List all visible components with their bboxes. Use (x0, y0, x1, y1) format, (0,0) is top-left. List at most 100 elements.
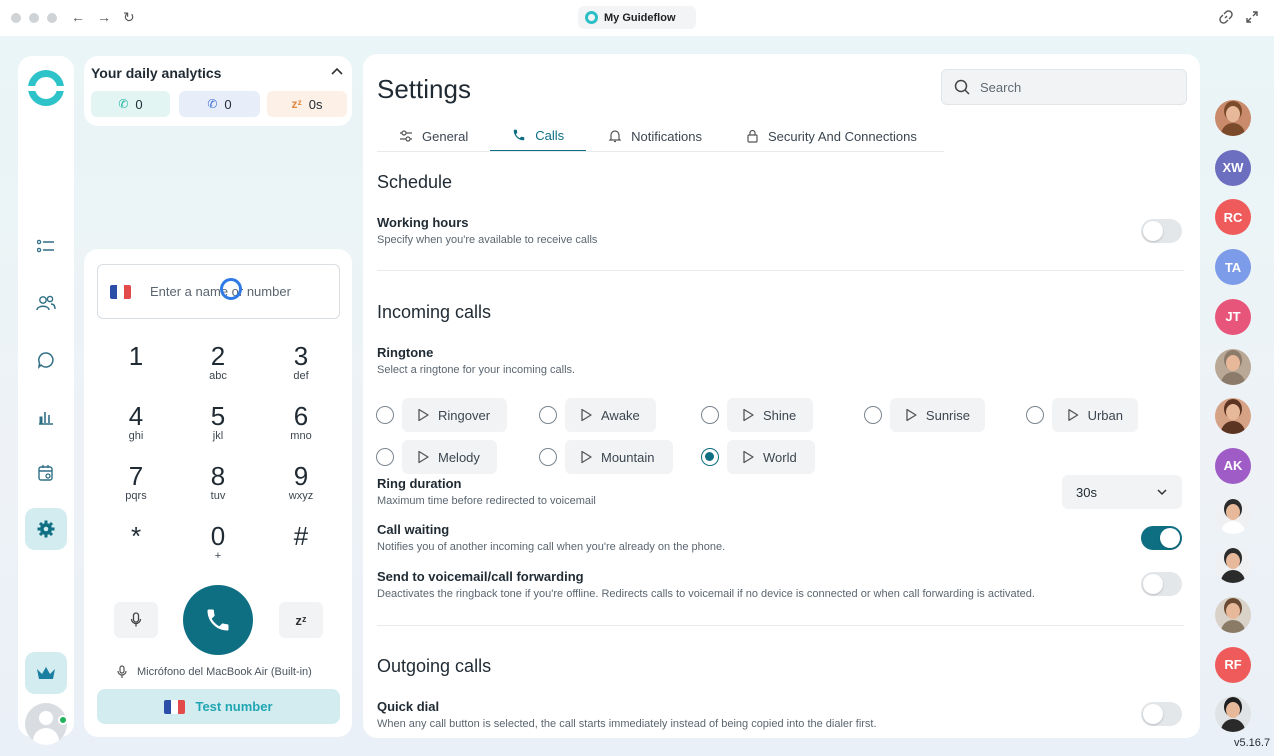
ringtone-radio[interactable] (864, 406, 882, 424)
ringtone-radio[interactable] (701, 406, 719, 424)
analytics-chart-icon[interactable] (34, 405, 58, 429)
contact-avatar-photo[interactable] (1215, 348, 1251, 385)
messages-icon[interactable] (34, 348, 58, 372)
contact-avatar-photo[interactable] (1215, 100, 1251, 136)
ringtone-label: Ringtone (377, 345, 434, 360)
keypad-key[interactable]: 7 pqrs (106, 462, 166, 502)
contact-initials: RF (1224, 657, 1242, 673)
premium-crown-icon[interactable] (25, 652, 67, 694)
left-navigation-rail (18, 56, 74, 745)
outgoing-calls-heading: Outgoing calls (377, 656, 492, 676)
tab-calls-label: Calls (535, 127, 565, 143)
browser-tab[interactable]: My Guideflow (578, 6, 696, 29)
keypad-key[interactable]: 0 + (188, 522, 248, 562)
ringtone-preview-button[interactable]: Awake (565, 398, 656, 432)
contact-avatar-photo[interactable] (1215, 547, 1251, 584)
keypad-key[interactable]: 3 def (271, 342, 331, 382)
microphone-device: Micrófono del MacBook Air (Built-in) (117, 665, 312, 679)
call-waiting-description: Notifies you of another incoming call wh… (377, 541, 726, 553)
contacts-icon[interactable] (34, 291, 58, 315)
working-hours-toggle[interactable] (1141, 219, 1182, 243)
contact-avatar-ta[interactable]: TA (1215, 249, 1251, 286)
test-number-button[interactable]: Test number (97, 689, 340, 724)
link-icon[interactable] (1219, 10, 1233, 24)
search-input[interactable]: Search (941, 69, 1187, 105)
ringtone-radio[interactable] (376, 448, 394, 466)
tab-notifications[interactable]: Notifications (586, 120, 724, 152)
keypad-key[interactable]: 5 jkl (188, 402, 248, 442)
keypad-key[interactable]: * (106, 522, 166, 550)
sliders-icon (400, 130, 412, 142)
keypad-key[interactable]: 6 mno (271, 402, 331, 442)
ringtone-preview-button[interactable]: Ringover (402, 398, 507, 432)
reload-button[interactable]: ↻ (123, 9, 135, 26)
window-close-dot[interactable] (11, 13, 21, 23)
app-background: Your daily analytics ✆ 0 ✆ 0 zᶻ 0s Enter… (0, 36, 1274, 756)
tab-security[interactable]: Security And Connections (724, 120, 939, 152)
ringtone-preview-button[interactable]: World (727, 440, 815, 474)
quick-dial-description: When any call button is selected, the ca… (377, 718, 877, 730)
france-flag-icon[interactable] (110, 284, 131, 299)
ringtone-radio[interactable] (539, 448, 557, 466)
tab-general[interactable]: General (377, 120, 490, 152)
keypad-key[interactable]: 2 abc (188, 342, 248, 382)
contact-avatar-rc[interactable]: RC (1215, 199, 1251, 236)
ringtone-preview-button[interactable]: Urban (1052, 398, 1138, 432)
ring-duration-select[interactable]: 30s (1062, 475, 1182, 509)
keypad-digit: 1 (128, 341, 144, 371)
contact-avatar-photo[interactable] (1215, 398, 1251, 435)
keypad-digit: 8 (210, 461, 226, 491)
daily-analytics-card: Your daily analytics ✆ 0 ✆ 0 zᶻ 0s (84, 56, 352, 126)
ringtone-preview-button[interactable]: Shine (727, 398, 813, 432)
back-button[interactable]: ← (71, 9, 85, 25)
forward-button[interactable]: → (97, 9, 111, 25)
contact-avatar-xw[interactable]: XW (1215, 149, 1251, 186)
contact-avatar-photo[interactable] (1215, 497, 1251, 534)
guideflow-logo-icon (585, 11, 598, 24)
calendar-search-icon[interactable] (34, 461, 58, 485)
app-logo-icon[interactable] (26, 70, 66, 106)
dialer-input[interactable]: Enter a name or number (97, 264, 340, 319)
keypad-key[interactable]: # (271, 522, 331, 550)
idle-time-value: 0s (308, 96, 323, 112)
keypad-key[interactable]: 4 ghi (106, 402, 166, 442)
phone-icon (514, 129, 525, 141)
ringtone-radio[interactable] (701, 448, 719, 466)
contact-avatar-photo[interactable] (1215, 597, 1251, 633)
call-waiting-toggle[interactable] (1141, 526, 1182, 550)
ringtone-name: Sunrise (925, 407, 970, 423)
keypad-letters: mno (290, 430, 312, 442)
tab-calls[interactable]: Calls (490, 120, 587, 152)
ringtone-radio[interactable] (1026, 406, 1044, 424)
contact-avatar-ak[interactable]: AK (1215, 447, 1251, 484)
keypad-key[interactable]: 8 tuv (188, 462, 248, 502)
play-icon (1068, 409, 1079, 421)
incoming-call-icon: ✆ (118, 97, 129, 111)
browser-chrome: ← → ↻ My Guideflow (0, 0, 1274, 36)
keypad-key[interactable]: 9 wxyz (271, 462, 331, 502)
ringtone-preview-button[interactable]: Sunrise (890, 398, 985, 432)
outgoing-calls-count: 0 (224, 96, 232, 112)
quick-dial-toggle[interactable] (1141, 702, 1182, 726)
tasks-list-icon[interactable] (34, 234, 58, 258)
call-button[interactable] (183, 585, 253, 655)
keypad-key[interactable]: 1 (106, 342, 166, 370)
contact-avatar-rf[interactable]: RF (1215, 646, 1251, 683)
ringtone-name: World (763, 449, 797, 465)
settings-gear-icon[interactable] (25, 508, 67, 550)
microphone-button[interactable] (114, 602, 158, 638)
expand-icon[interactable] (1245, 10, 1259, 24)
window-minimize-dot[interactable] (29, 13, 39, 23)
voicemail-forwarding-toggle[interactable] (1141, 572, 1182, 596)
contact-avatar-photo[interactable] (1215, 696, 1251, 733)
window-maximize-dot[interactable] (47, 13, 57, 23)
ringtone-preview-button[interactable]: Melody (402, 440, 497, 474)
ringtone-preview-button[interactable]: Mountain (565, 440, 673, 474)
ringtone-radio[interactable] (376, 406, 394, 424)
contact-initials: TA (1224, 259, 1242, 275)
snooze-button[interactable]: zᶻ (279, 602, 323, 638)
contact-avatar-jt[interactable]: JT (1215, 298, 1251, 335)
keypad-digit: 9 (293, 461, 309, 491)
ringtone-radio[interactable] (539, 406, 557, 424)
collapse-chevron-icon[interactable] (330, 64, 344, 79)
